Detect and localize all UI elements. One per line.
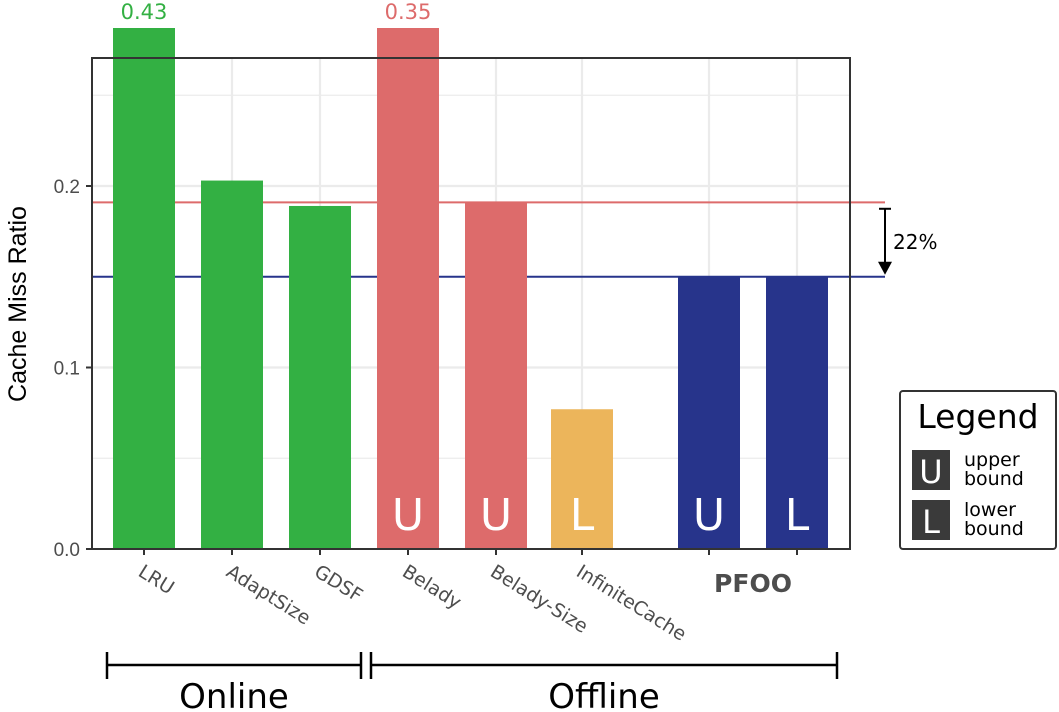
bar-bound-letter: U bbox=[392, 490, 424, 541]
bar-chart: 0.43 0.35U U L U L 0.00.10.2 Cache Miss Ratio… bbox=[4, 0, 1057, 712]
y-tick-label: 0.1 bbox=[54, 359, 80, 380]
bar-lru bbox=[113, 28, 175, 549]
legend: LegendU upperboundL lowerbound bbox=[899, 390, 1057, 550]
improvement-annotation: 22% bbox=[878, 207, 937, 275]
legend-title: Legend bbox=[917, 397, 1038, 436]
arrow-head-icon bbox=[878, 261, 892, 275]
bar-adaptsize bbox=[201, 180, 263, 549]
bar-value-label: 0.35 bbox=[385, 0, 432, 24]
group-label-online: Online bbox=[179, 677, 289, 712]
x-tick-label: AdaptSize bbox=[222, 561, 314, 630]
bar-bound-letter: L bbox=[785, 490, 810, 541]
legend-entry-line2: bound bbox=[964, 468, 1024, 490]
x-tick-label: LRU bbox=[134, 561, 178, 600]
x-tick-label: Belady bbox=[398, 561, 465, 614]
bar-value-label: 0.43 bbox=[121, 0, 168, 24]
legend-key-letter: U bbox=[919, 453, 942, 491]
group-label-offline: Offline bbox=[548, 677, 660, 712]
x-axis: LRU AdaptSizeGDSF Belady Belady-SizeInfinit… bbox=[134, 549, 798, 646]
x-tick-label-bold: PFOO bbox=[714, 569, 792, 598]
legend-entry-line2: bound bbox=[964, 518, 1024, 540]
y-axis: 0.0 0.1 0.2 bbox=[54, 177, 92, 561]
y-axis-label: Cache Miss Ratio bbox=[4, 206, 32, 402]
improvement-label: 22% bbox=[893, 230, 937, 254]
x-tick-label: GDSF bbox=[310, 561, 366, 607]
legend-key-letter: L bbox=[922, 503, 940, 541]
y-tick-label: 0.0 bbox=[54, 540, 80, 561]
y-tick-label: 0.2 bbox=[54, 177, 80, 198]
bar-belady bbox=[377, 28, 439, 549]
bar-bound-letter: U bbox=[480, 490, 512, 541]
x-tick-label: InfiniteCache bbox=[572, 561, 690, 646]
group-brackets: Online Offline bbox=[105, 652, 839, 712]
bars: 0.43 0.35 U U L U L bbox=[113, 0, 828, 549]
bar-bound-letter: L bbox=[570, 490, 595, 541]
bar-gdsf bbox=[289, 205, 351, 549]
bar-bound-letter: U bbox=[693, 490, 725, 541]
